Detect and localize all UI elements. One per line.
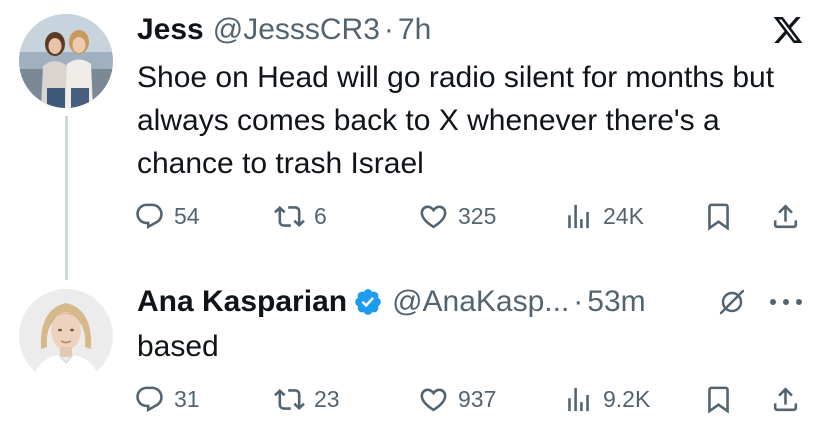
reply-icon	[136, 386, 163, 412]
grok-icon[interactable]	[718, 288, 746, 316]
tweet[interactable]: Jess @JesssCR3 · 7h Shoe on Head will go…	[0, 0, 828, 280]
separator-dot: ·	[573, 285, 584, 318]
views-chart-icon	[568, 387, 589, 411]
reply-count: 54	[174, 202, 200, 229]
like-button[interactable]: 937	[418, 382, 496, 416]
avatar[interactable]	[19, 14, 113, 108]
like-button[interactable]: 325	[418, 199, 496, 233]
bookmark-button[interactable]	[703, 199, 734, 233]
views-button[interactable]: 9.2K	[563, 382, 650, 416]
x-logo-icon	[773, 17, 803, 43]
views-chart-icon	[568, 204, 589, 228]
repost-icon	[274, 388, 305, 410]
tweet-text: Shoe on Head will go radio silent for mo…	[137, 61, 775, 180]
share-icon	[773, 203, 798, 228]
heart-icon	[420, 388, 447, 411]
tweet-header: Ana Kasparian @AnaKasp... · 53m	[137, 282, 646, 322]
tweet-text: based	[137, 330, 219, 363]
views-count: 24K	[603, 202, 644, 229]
author-handle[interactable]: @JesssCR3	[213, 13, 380, 47]
timestamp[interactable]: 7h	[398, 13, 431, 47]
verified-badge-icon[interactable]	[353, 287, 383, 317]
author-handle[interactable]: @AnaKasp...	[392, 285, 569, 319]
share-button[interactable]	[770, 199, 801, 233]
heart-icon	[420, 205, 447, 228]
bookmark-icon	[708, 386, 729, 414]
views-button[interactable]: 24K	[563, 199, 644, 233]
bookmark-button[interactable]	[703, 382, 734, 416]
timestamp[interactable]: 53m	[587, 285, 645, 319]
thread-line	[65, 116, 68, 280]
like-count: 937	[458, 385, 497, 412]
views-count: 9.2K	[603, 385, 651, 412]
repost-icon	[274, 205, 305, 227]
reply-button[interactable]: 54	[134, 199, 200, 233]
avatar-photo	[19, 289, 113, 383]
share-button[interactable]	[770, 382, 801, 416]
avatar[interactable]	[19, 289, 113, 383]
repost-count: 6	[314, 202, 327, 229]
more-options-icon[interactable]	[769, 298, 803, 306]
repost-count: 23	[314, 385, 340, 412]
separator-dot: ·	[383, 13, 394, 46]
author-name[interactable]: Jess	[137, 13, 204, 47]
share-icon	[773, 386, 798, 411]
bookmark-icon	[708, 203, 729, 231]
repost-button[interactable]: 23	[274, 382, 340, 416]
like-count: 325	[458, 202, 497, 229]
repost-button[interactable]: 6	[274, 199, 327, 233]
tweet-header: Jess @JesssCR3 · 7h	[137, 10, 431, 50]
avatar-photo	[19, 14, 113, 108]
reply-button[interactable]: 31	[134, 382, 200, 416]
reply-icon	[136, 203, 163, 229]
reply-count: 31	[174, 385, 200, 412]
author-name[interactable]: Ana Kasparian	[137, 285, 347, 319]
tweet[interactable]: Ana Kasparian @AnaKasp... · 53m based 31…	[0, 280, 828, 437]
